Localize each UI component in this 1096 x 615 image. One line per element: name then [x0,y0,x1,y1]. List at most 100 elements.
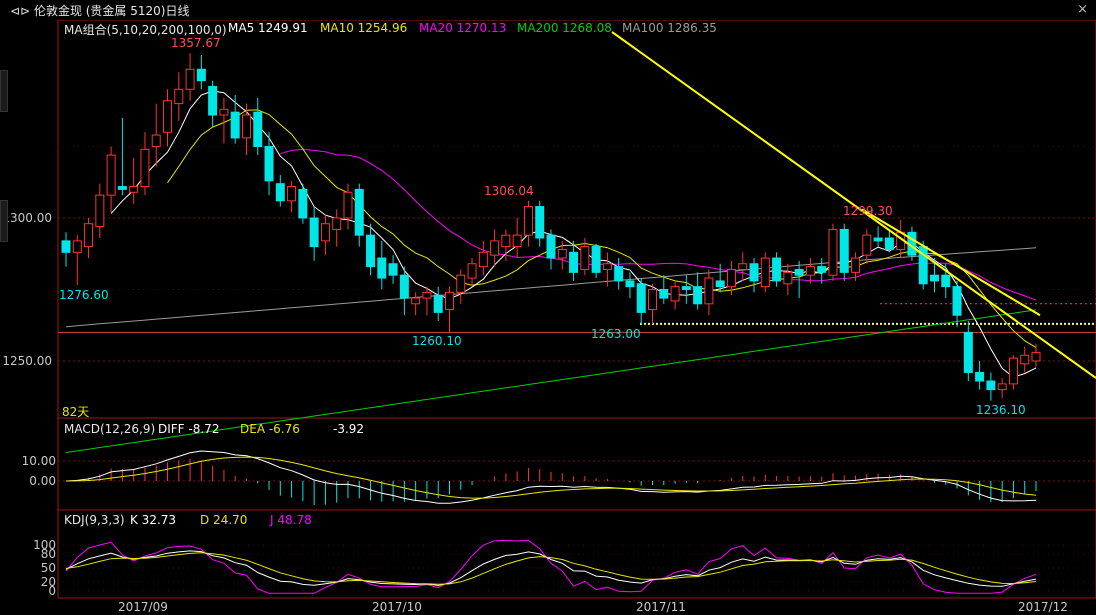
candle-up [95,194,105,228]
candle-up [422,291,432,299]
candle-up [478,251,488,268]
candle-up [828,228,838,276]
candle-down [61,240,71,253]
candle-up [726,268,736,288]
candle-down [399,274,409,299]
kdj-legend-label: KDJ(9,3,3) [64,513,125,527]
candle-down [817,266,827,273]
candle-down [230,111,240,139]
candle-down [693,286,703,305]
left-panel-handle[interactable] [0,70,8,112]
annotation-high: 1357.67 [171,36,221,50]
candle-up [997,383,1007,391]
candle-up [523,206,533,236]
candle-up [580,246,590,270]
candle-up [320,223,330,242]
candle-up [129,186,139,193]
candle-up [411,297,421,305]
annotation-low4: 1236.10 [976,403,1026,417]
candle-up [174,88,184,105]
candle-down [208,85,218,116]
candle-up [151,134,161,147]
x-label-dec: 2017/12 [1018,600,1068,614]
candle-down [546,234,556,259]
macd-hist-value: -3.92 [333,422,365,436]
candle-up [501,234,511,248]
candle-up [1020,354,1030,365]
short-trend-line [861,208,1041,317]
annotation-low1: 1276.60 [59,288,109,302]
candle-up [185,68,195,90]
ma20-legend: MA20 1270.13 [419,21,507,35]
ma10-legend: MA10 1254.96 [320,21,408,35]
candle-up [241,114,251,139]
candle-up [332,217,342,230]
candle-up [512,234,522,248]
kdj-tick-label: 0 [48,584,56,598]
candle-down [975,371,985,382]
x-label-sep: 2017/09 [118,600,168,614]
chart-mode-icon[interactable]: ⊲⊳ [10,4,30,18]
candle-up [467,263,477,279]
close-icon[interactable]: × [1077,2,1088,17]
candle-down [377,257,387,279]
candle-down [591,246,601,273]
macd-diff-value: DIFF -8.72 [158,422,220,436]
candle-up [648,289,658,311]
ma200-legend: MA200 1268.08 [517,21,612,35]
macd-legend-label: MACD(12,26,9) [64,422,156,436]
candle-down [625,280,635,288]
candle-down [636,283,646,313]
candle-down [366,234,376,268]
candle-down [117,186,127,190]
window-title-text: 伦敦金现 (贵金属 5120)日线 [33,4,190,18]
candle-down [952,286,962,316]
candle-up [1031,351,1041,362]
annotation-days: 82天 [62,405,90,419]
candle-down [749,263,759,282]
kdj-tick-label: 80 [41,547,56,561]
candle-up [219,108,229,116]
candle-down [873,237,883,242]
candle-down [388,263,398,276]
candle-down [772,257,782,282]
candle-down [614,266,624,282]
window-titlebar: ⊲⊳ 伦敦金现 (贵金属 5120)日线 × [0,0,1096,20]
kdj-j-value: J 48.78 [270,513,312,527]
candle-up [287,186,297,202]
candle-down [986,380,996,391]
candle-up [670,286,680,302]
candle-up [738,263,748,270]
candle-down [963,331,973,373]
candle-up [84,223,94,248]
kdj-j-line [65,539,1037,594]
candle-up [760,257,770,288]
candle-down [253,111,263,147]
candle-down [681,286,691,291]
macd-tick-label: 10.00 [22,454,56,468]
price-panel-frame [57,19,1096,419]
candle-up [602,263,612,270]
candle-up [444,291,454,311]
candle-down [569,251,579,273]
candle-down [354,188,364,236]
candle-up [557,248,567,259]
candle-up [851,257,861,273]
annotation-peak3: 1299.30 [843,204,893,218]
candle-down [794,268,804,276]
window-title: ⊲⊳ 伦敦金现 (贵金属 5120)日线 [10,2,189,19]
price-tick-label: 1300.00 [2,211,52,225]
kdj-k-line [65,550,1037,587]
kdj-tick-label: 50 [41,561,56,575]
candle-up [1008,357,1018,385]
candle-down [309,217,319,248]
left-panel-handle-2[interactable] [0,200,8,242]
kdj-k-value: K 32.73 [130,513,177,527]
candle-up [862,234,872,256]
candle-down [929,274,939,282]
candle-down [535,206,545,239]
ma100-legend: MA100 1286.35 [622,21,717,35]
x-label-nov: 2017/11 [636,600,686,614]
x-label-oct: 2017/10 [372,600,422,614]
ma10-line [167,109,1037,349]
